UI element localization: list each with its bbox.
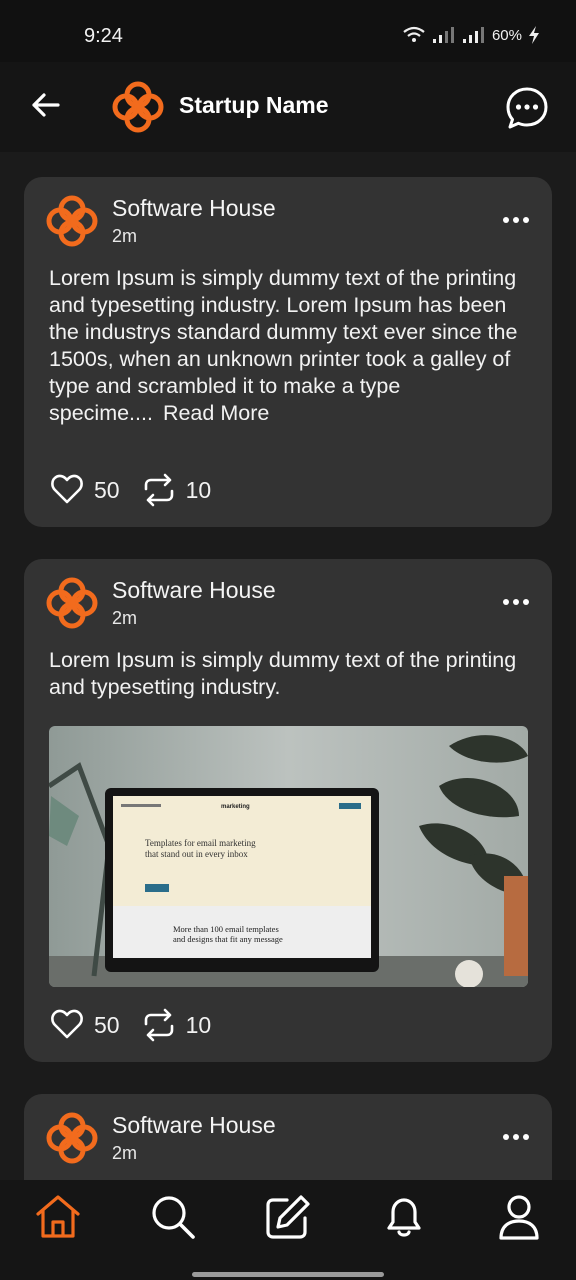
repost-button[interactable]: 10 [142, 473, 212, 507]
like-button[interactable]: 50 [50, 473, 120, 507]
post-time: 2m [112, 608, 138, 628]
repost-icon [144, 1008, 173, 1042]
post-card[interactable]: Software House 2m [24, 1094, 552, 1180]
svg-text:that stand out in every inbox: that stand out in every inbox [145, 849, 248, 859]
app-logo-icon [112, 81, 164, 133]
repost-icon [144, 473, 173, 507]
like-count: 50 [94, 476, 120, 503]
chat-bubble-icon[interactable] [504, 85, 550, 131]
post-actions: 50 10 [50, 1008, 233, 1042]
app-title: Startup Name [179, 92, 329, 118]
signal-icon [432, 27, 454, 43]
post-card[interactable]: Software House 2m Lorem Ipsum is simply … [24, 559, 552, 1062]
post-card[interactable]: Software House 2m Lorem Ipsum is simply … [24, 177, 552, 527]
search-icon[interactable] [148, 1192, 198, 1242]
author-avatar-icon[interactable] [46, 195, 98, 247]
app-bar: Startup Name [0, 62, 576, 152]
author-avatar-icon[interactable] [46, 1112, 98, 1164]
post-time: 2m [112, 226, 138, 246]
battery-percent: 60% [491, 26, 522, 44]
more-options-icon[interactable] [502, 215, 530, 225]
svg-text:and designs that fit any messa: and designs that fit any message [173, 934, 283, 944]
repost-button[interactable]: 10 [142, 1008, 212, 1042]
post-image[interactable]: Templates for email marketing that stand… [49, 726, 528, 987]
repost-count: 10 [185, 476, 212, 503]
like-button[interactable]: 50 [50, 1008, 120, 1042]
heart-icon [51, 1009, 83, 1039]
svg-text:marketing: marketing [221, 804, 250, 810]
repost-count: 10 [185, 1011, 212, 1038]
desk-monitor-photo: Templates for email marketing that stand… [49, 726, 528, 987]
status-bar: 9:24 60% [0, 0, 576, 62]
svg-text:More than 100 email templates: More than 100 email templates [173, 924, 279, 934]
feed[interactable]: Software House 2m Lorem Ipsum is simply … [0, 152, 576, 1180]
wifi-icon [403, 26, 425, 42]
post-text: Lorem Ipsum is simply dummy text of the … [49, 648, 517, 699]
post-actions: 50 10 [50, 473, 233, 507]
charging-icon [529, 26, 539, 44]
bell-icon[interactable] [379, 1192, 429, 1242]
edit-icon[interactable] [263, 1192, 313, 1242]
bottom-nav [0, 1180, 576, 1280]
post-author[interactable]: Software House [112, 1112, 276, 1139]
home-indicator[interactable] [192, 1272, 384, 1277]
status-icons: 60% [402, 26, 540, 44]
post-text: Lorem Ipsum is simply dummy text of the … [49, 266, 518, 425]
post-author[interactable]: Software House [112, 577, 276, 604]
read-more-link[interactable]: Read More [163, 401, 269, 425]
status-time: 9:24 [84, 25, 123, 47]
more-options-icon[interactable] [502, 1132, 530, 1142]
heart-icon [51, 474, 83, 504]
back-arrow-icon[interactable] [28, 87, 64, 123]
more-options-icon[interactable] [502, 597, 530, 607]
signal-icon-2 [462, 27, 484, 43]
post-author[interactable]: Software House [112, 195, 276, 222]
like-count: 50 [94, 1011, 120, 1038]
post-time: 2m [112, 1143, 138, 1163]
home-icon[interactable] [33, 1192, 83, 1242]
profile-icon[interactable] [494, 1192, 544, 1242]
author-avatar-icon[interactable] [46, 577, 98, 629]
monitor-headline: Templates for email marketing [145, 838, 256, 848]
post-text-wrap: Lorem Ipsum is simply dummy text of the … [49, 265, 530, 427]
